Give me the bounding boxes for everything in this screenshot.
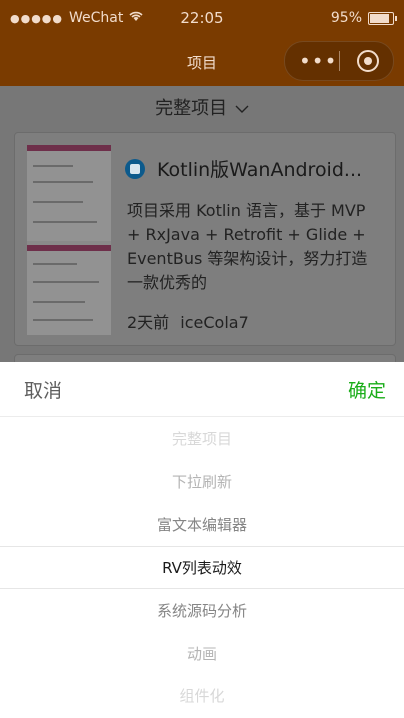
picker-option[interactable]: 富文本编辑器 [0, 504, 404, 546]
more-dots-icon[interactable]: ••• [299, 49, 337, 73]
category-filter[interactable]: 完整项目 [0, 86, 404, 132]
project-author: iceCola7 [180, 313, 249, 332]
project-thumbnail [27, 145, 111, 335]
kotlin-icon [125, 158, 145, 179]
capsule-divider [339, 51, 340, 71]
category-picker: 取消 确定 完整项目 下拉刷新 富文本编辑器 RV列表动效 系统源码分析 动画 … [0, 362, 404, 718]
project-title: Kotlin版WanAndroid... [157, 159, 363, 181]
project-description: 项目采用 Kotlin 语言，基于 MVP + RxJava + Retrofi… [127, 201, 368, 292]
picker-option[interactable]: 完整项目 [0, 418, 404, 460]
picker-option[interactable]: 下拉刷新 [0, 461, 404, 503]
picker-option[interactable]: 组件化 [0, 675, 404, 717]
project-card[interactable]: Kotlin版WanAndroid... 项目采用 Kotlin 语言，基于 M… [14, 132, 396, 346]
status-bar: ●●●●● WeChat 22:05 95% [0, 0, 404, 38]
project-time: 2天前 [127, 313, 170, 332]
picker-toolbar: 取消 确定 [0, 362, 404, 417]
cancel-button[interactable]: 取消 [24, 376, 62, 403]
battery-percent: 95% [330, 10, 362, 26]
confirm-button[interactable]: 确定 [348, 376, 386, 403]
chevron-down-icon [235, 105, 249, 113]
mini-program-capsule: ••• [284, 41, 394, 81]
picker-option[interactable]: RV列表动效 [0, 547, 404, 589]
battery-group: 95% [330, 10, 397, 26]
picker-option[interactable]: 系统源码分析 [0, 590, 404, 632]
battery-icon [368, 11, 397, 25]
picker-option[interactable]: 动画 [0, 633, 404, 675]
navigation-bar: 项目 ••• [0, 38, 404, 86]
picker-options[interactable]: 完整项目 下拉刷新 富文本编辑器 RV列表动效 系统源码分析 动画 组件化 [0, 418, 404, 718]
target-icon[interactable] [357, 50, 379, 72]
project-meta: 2天前 iceCola7 [127, 309, 249, 333]
category-filter-label: 完整项目 [155, 98, 228, 119]
